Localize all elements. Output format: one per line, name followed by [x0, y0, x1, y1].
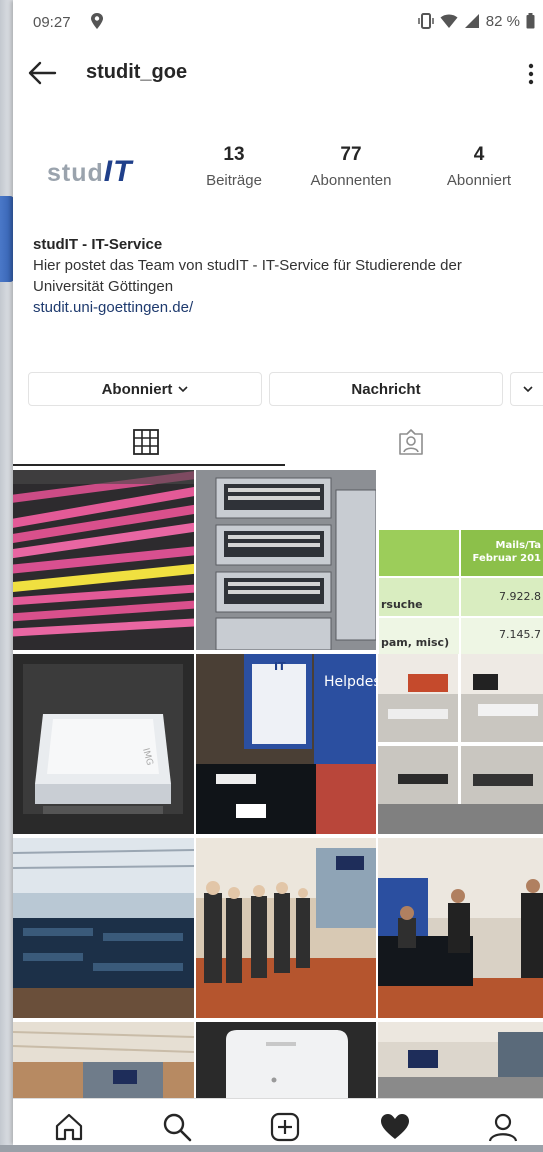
status-right: 82 %	[418, 12, 535, 30]
following-label: Abonniert	[446, 172, 512, 189]
table-row1-value: 7.922.8	[499, 590, 541, 603]
back-arrow-icon[interactable]	[27, 60, 57, 86]
message-button[interactable]: Nachricht	[269, 372, 503, 406]
phone-screen: 09:27 82 % studit_goe studIT 13 Beiträge…	[13, 0, 543, 1145]
grid-icon	[132, 429, 159, 455]
sign-it-text: IT	[274, 660, 286, 673]
table-header-sub: Februar 201	[472, 553, 541, 564]
home-icon[interactable]	[53, 1111, 85, 1143]
post-building-entrance[interactable]	[13, 1022, 194, 1098]
tab-grid[interactable]	[13, 418, 278, 466]
wifi-icon	[440, 14, 458, 28]
post-wifi-access-point[interactable]	[196, 1022, 376, 1098]
profile-icon[interactable]	[487, 1111, 519, 1143]
profile-tabs	[13, 418, 543, 466]
table-row2-value: 7.145.7	[499, 628, 541, 641]
table-row1-label: rsuche	[381, 598, 423, 611]
vibrate-icon	[418, 13, 434, 29]
heart-activity-icon[interactable]	[379, 1111, 411, 1143]
following-button[interactable]: Abonniert	[28, 372, 262, 406]
background-edge	[0, 0, 14, 1152]
screen-bottom-edge	[0, 1145, 543, 1152]
following-number: 4	[473, 144, 485, 165]
logo-text-stud: stud	[47, 159, 104, 187]
post-server-box[interactable]: IMG	[13, 654, 194, 834]
message-button-label: Nachricht	[351, 380, 421, 398]
battery-percent: 82 %	[485, 12, 520, 30]
chevron-down-icon	[178, 386, 188, 393]
tab-tagged[interactable]	[278, 418, 543, 466]
profile-bio: studIT - IT-Service Hier postet das Team…	[33, 234, 533, 318]
bio-link[interactable]: studit.uni-goettingen.de/	[33, 297, 533, 318]
bio-text: Hier postet das Team von studIT - IT-Ser…	[33, 257, 462, 295]
profile-avatar[interactable]: studIT	[33, 135, 153, 205]
mail-stats-table: Mails/Ta Februar 201 rsuche 7.922.8 pam,…	[379, 530, 543, 654]
sign-helpdesk-text: Helpdesk	[324, 674, 376, 690]
post-tape-library[interactable]	[196, 470, 376, 650]
add-post-icon[interactable]	[269, 1111, 301, 1143]
bottom-navigation	[13, 1098, 543, 1145]
table-row2-label: pam, misc)	[381, 636, 450, 649]
tagged-person-icon	[398, 429, 423, 455]
search-icon[interactable]	[161, 1111, 193, 1143]
status-bar: 09:27 82 %	[13, 0, 543, 46]
signal-icon	[464, 14, 479, 28]
followers-label: Abonnenten	[310, 172, 392, 189]
post-helpdesk-table[interactable]	[378, 838, 543, 1018]
profile-username: studit_goe	[86, 61, 188, 83]
bio-name: studIT - IT-Service	[33, 236, 163, 253]
background-blue-tab	[0, 196, 14, 282]
post-helpdesk-booth[interactable]: IT Helpdesk	[196, 654, 376, 834]
chevron-down-icon	[522, 386, 533, 393]
location-icon	[91, 13, 103, 29]
posts-label: Beiträge	[206, 172, 262, 189]
profile-header: studit_goe	[13, 48, 543, 100]
post-students-hallway[interactable]	[196, 838, 376, 1018]
table-header: Mails/Ta	[495, 540, 541, 551]
suggestions-button[interactable]	[510, 372, 543, 406]
post-library-hall[interactable]	[13, 838, 194, 1018]
post-hallway-signs[interactable]	[378, 1022, 543, 1098]
following-count[interactable]: 4 Abonniert	[433, 144, 525, 189]
battery-icon	[526, 13, 535, 29]
followers-number: 77	[340, 144, 362, 165]
followers-count[interactable]: 77 Abonnenten	[301, 144, 401, 189]
posts-count[interactable]: 13 Beiträge	[189, 144, 279, 189]
active-tab-indicator	[13, 464, 285, 466]
status-time: 09:27	[33, 14, 71, 31]
post-computer-room[interactable]	[378, 654, 543, 834]
posts-number: 13	[223, 144, 245, 165]
more-options-icon[interactable]	[525, 60, 537, 88]
logo-text-it: IT	[103, 155, 133, 188]
following-button-label: Abonniert	[101, 380, 173, 398]
post-cables[interactable]	[13, 470, 194, 650]
